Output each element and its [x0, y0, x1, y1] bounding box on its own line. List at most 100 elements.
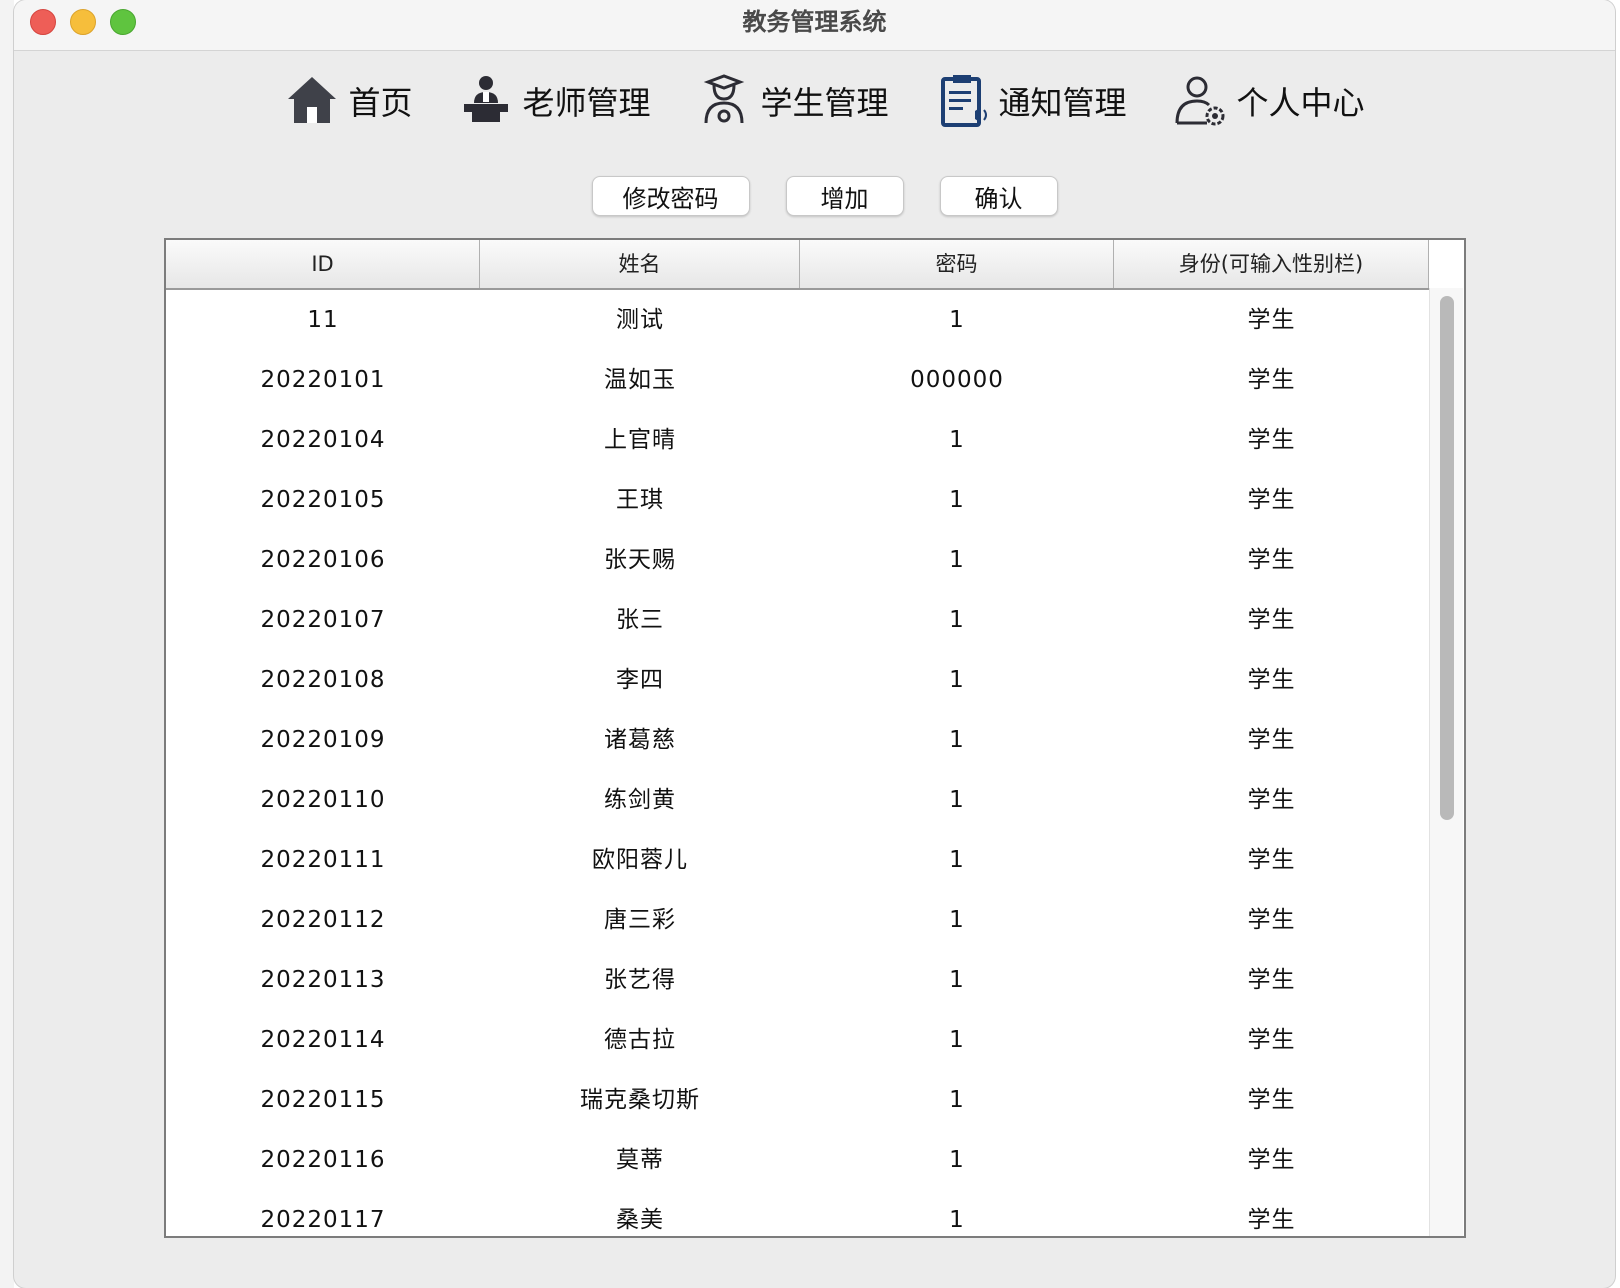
- cell-name[interactable]: 欧阳蓉儿: [480, 830, 800, 890]
- cell-name[interactable]: 张天赐: [480, 530, 800, 590]
- notice-icon: [940, 75, 987, 127]
- cell-name[interactable]: 德古拉: [480, 1010, 800, 1070]
- cell-id[interactable]: 20220107: [166, 590, 480, 650]
- cell-password[interactable]: 1: [800, 1130, 1114, 1190]
- cell-name[interactable]: 瑞克桑切斯: [480, 1070, 800, 1130]
- table-row[interactable]: 20220116 莫蒂 1 学生: [166, 1130, 1429, 1190]
- table-row[interactable]: 20220112 唐三彩 1 学生: [166, 890, 1429, 950]
- column-header-role[interactable]: 身份(可输入性别栏): [1114, 240, 1429, 288]
- cell-password[interactable]: 1: [800, 950, 1114, 1010]
- cell-password[interactable]: 000000: [800, 350, 1114, 410]
- window-title: 教务管理系统: [742, 8, 887, 36]
- table-row[interactable]: 20220105 王琪 1 学生: [166, 470, 1429, 530]
- cell-id[interactable]: 20220113: [166, 950, 480, 1010]
- table-row[interactable]: 20220108 李四 1 学生: [166, 650, 1429, 710]
- cell-name[interactable]: 唐三彩: [480, 890, 800, 950]
- cell-role[interactable]: 学生: [1114, 350, 1429, 410]
- cell-name[interactable]: 李四: [480, 650, 800, 710]
- cell-name[interactable]: 测试: [480, 290, 800, 350]
- cell-role[interactable]: 学生: [1114, 950, 1429, 1010]
- student-icon: [704, 74, 745, 124]
- cell-role[interactable]: 学生: [1114, 1190, 1429, 1236]
- table-row[interactable]: 20220114 德古拉 1 学生: [166, 1010, 1429, 1070]
- cell-role[interactable]: 学生: [1114, 530, 1429, 590]
- table-row[interactable]: 20220117 桑美 1 学生: [166, 1190, 1429, 1236]
- table-row[interactable]: 20220111 欧阳蓉儿 1 学生: [166, 830, 1429, 890]
- nav-item-home[interactable]: 首页: [284, 73, 412, 129]
- desktop-edge: [0, 0, 14, 1288]
- cell-role[interactable]: 学生: [1114, 770, 1429, 830]
- cell-id[interactable]: 20220106: [166, 530, 480, 590]
- cell-role[interactable]: 学生: [1114, 1070, 1429, 1130]
- cell-name[interactable]: 张三: [480, 590, 800, 650]
- cell-id[interactable]: 11: [166, 290, 480, 350]
- table-row[interactable]: 20220106 张天赐 1 学生: [166, 530, 1429, 590]
- cell-password[interactable]: 1: [800, 770, 1114, 830]
- cell-id[interactable]: 20220101: [166, 350, 480, 410]
- cell-password[interactable]: 1: [800, 1190, 1114, 1236]
- cell-name[interactable]: 诸葛慈: [480, 710, 800, 770]
- cell-role[interactable]: 学生: [1114, 410, 1429, 470]
- cell-id[interactable]: 20220112: [166, 890, 480, 950]
- cell-role[interactable]: 学生: [1114, 470, 1429, 530]
- cell-role[interactable]: 学生: [1114, 1010, 1429, 1070]
- table-row[interactable]: 20220115 瑞克桑切斯 1 学生: [166, 1070, 1429, 1130]
- cell-id[interactable]: 20220105: [166, 470, 480, 530]
- cell-role[interactable]: 学生: [1114, 1130, 1429, 1190]
- cell-id[interactable]: 20220109: [166, 710, 480, 770]
- nav-label-personal: 个人中心: [1236, 84, 1365, 122]
- cell-id[interactable]: 20220104: [166, 410, 480, 470]
- cell-role[interactable]: 学生: [1114, 830, 1429, 890]
- cell-password[interactable]: 1: [800, 890, 1114, 950]
- nav-item-teacher[interactable]: 老师管理: [458, 73, 650, 129]
- cell-id[interactable]: 20220114: [166, 1010, 480, 1070]
- table-row[interactable]: 20220101 温如玉 000000 学生: [166, 350, 1429, 410]
- table-row[interactable]: 11 测试 1 学生: [166, 290, 1429, 350]
- cell-name[interactable]: 上官晴: [480, 410, 800, 470]
- cell-role[interactable]: 学生: [1114, 650, 1429, 710]
- nav-item-personal[interactable]: 个人中心: [1173, 73, 1365, 129]
- table-row[interactable]: 20220107 张三 1 学生: [166, 590, 1429, 650]
- column-header-name[interactable]: 姓名: [480, 240, 800, 288]
- cell-password[interactable]: 1: [800, 410, 1114, 470]
- cell-id[interactable]: 20220115: [166, 1070, 480, 1130]
- table-row[interactable]: 20220110 练剑黄 1 学生: [166, 770, 1429, 830]
- nav-item-student[interactable]: 学生管理: [696, 73, 889, 129]
- cell-password[interactable]: 1: [800, 1010, 1114, 1070]
- cell-id[interactable]: 20220108: [166, 650, 480, 710]
- cell-password[interactable]: 1: [800, 530, 1114, 590]
- confirm-button[interactable]: 确认: [939, 176, 1058, 216]
- cell-name[interactable]: 王琪: [480, 470, 800, 530]
- cell-password[interactable]: 1: [800, 1070, 1114, 1130]
- table-header: ID 姓名 密码 身份(可输入性别栏): [166, 240, 1429, 290]
- cell-password[interactable]: 1: [800, 290, 1114, 350]
- cell-role[interactable]: 学生: [1114, 890, 1429, 950]
- vertical-scrollbar[interactable]: [1429, 288, 1463, 1236]
- table-row[interactable]: 20220109 诸葛慈 1 学生: [166, 710, 1429, 770]
- cell-role[interactable]: 学生: [1114, 710, 1429, 770]
- cell-role[interactable]: 学生: [1114, 590, 1429, 650]
- table-row[interactable]: 20220104 上官晴 1 学生: [166, 410, 1429, 470]
- cell-role[interactable]: 学生: [1114, 290, 1429, 350]
- table-row[interactable]: 20220113 张艺得 1 学生: [166, 950, 1429, 1010]
- nav-item-notice[interactable]: 通知管理: [935, 73, 1127, 129]
- cell-password[interactable]: 1: [800, 470, 1114, 530]
- cell-password[interactable]: 1: [800, 650, 1114, 710]
- cell-name[interactable]: 张艺得: [480, 950, 800, 1010]
- cell-id[interactable]: 20220116: [166, 1130, 480, 1190]
- cell-password[interactable]: 1: [800, 830, 1114, 890]
- cell-name[interactable]: 莫蒂: [480, 1130, 800, 1190]
- column-header-id[interactable]: ID: [166, 240, 480, 288]
- cell-password[interactable]: 1: [800, 710, 1114, 770]
- cell-password[interactable]: 1: [800, 590, 1114, 650]
- cell-id[interactable]: 20220111: [166, 830, 480, 890]
- cell-name[interactable]: 练剑黄: [480, 770, 800, 830]
- add-button[interactable]: 增加: [785, 176, 904, 216]
- cell-name[interactable]: 桑美: [480, 1190, 800, 1236]
- cell-id[interactable]: 20220110: [166, 770, 480, 830]
- scrollbar-thumb[interactable]: [1440, 296, 1454, 820]
- change-password-button[interactable]: 修改密码: [591, 176, 750, 216]
- column-header-password[interactable]: 密码: [800, 240, 1114, 288]
- cell-name[interactable]: 温如玉: [480, 350, 800, 410]
- cell-id[interactable]: 20220117: [166, 1190, 480, 1236]
